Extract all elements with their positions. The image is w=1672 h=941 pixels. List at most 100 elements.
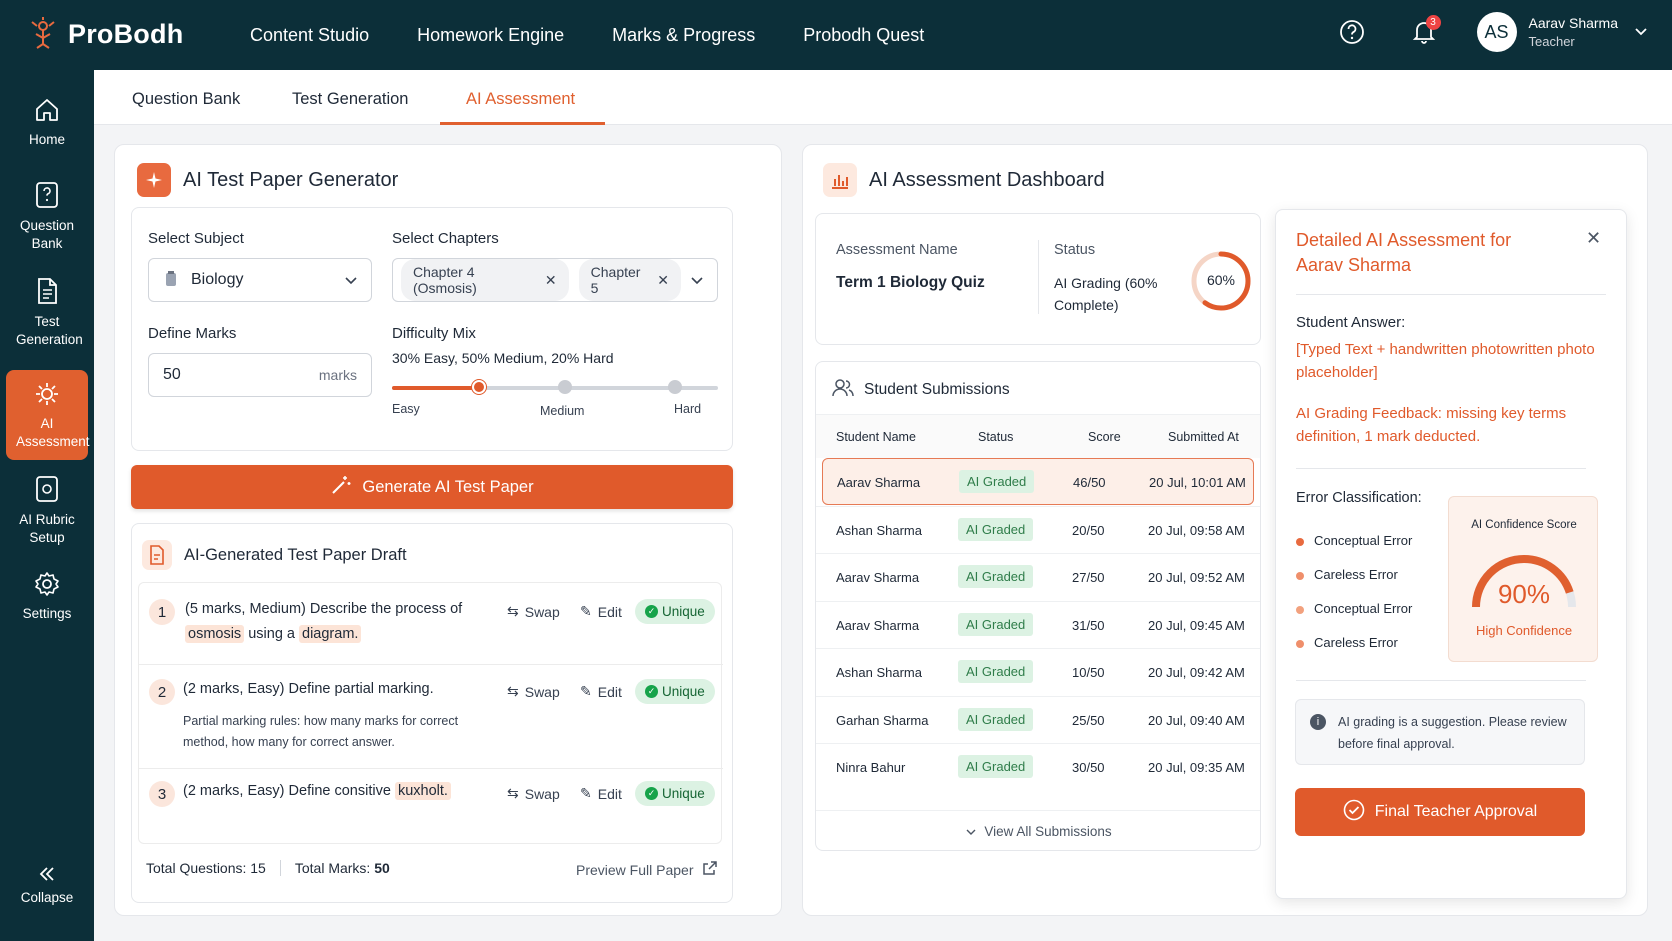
- chip-label: Chapter 4 (Osmosis): [413, 264, 477, 296]
- submitted-at: 20 Jul, 09:35 AM: [1148, 760, 1245, 775]
- divider: [1296, 680, 1586, 681]
- nav-content-studio[interactable]: Content Studio: [250, 25, 369, 46]
- table-row[interactable]: Aarav Sharma AI Graded 46/50 20 Jul, 10:01 …: [822, 458, 1254, 505]
- final-teacher-approval-button[interactable]: Final Teacher Approval: [1295, 788, 1585, 836]
- slider-label-hard: Hard: [674, 402, 702, 416]
- check-circle-icon: ✓: [645, 787, 658, 800]
- sidebar-item-ai-assessment[interactable]: AI Assessment: [6, 370, 90, 460]
- sidebar-item-question-bank[interactable]: Question Bank: [6, 180, 88, 256]
- dashboard-panel: AI Assessment Dashboard Assessment Name …: [802, 144, 1648, 916]
- column-header: Score: [1088, 430, 1121, 444]
- difficulty-slider[interactable]: [392, 380, 718, 394]
- edit-button[interactable]: ✎ Edit: [580, 785, 622, 802]
- collapse-button[interactable]: Collapse: [6, 866, 88, 916]
- generate-test-paper-button[interactable]: Generate AI Test Paper: [131, 465, 733, 509]
- tab-ai-assessment[interactable]: AI Assessment: [466, 90, 575, 109]
- sidebar-item-home[interactable]: Home: [6, 96, 88, 158]
- table-row[interactable]: Aarav Sharma AI Graded 31/50 20 Jul, 09:45 …: [816, 600, 1260, 648]
- chevron-down-icon[interactable]: [1634, 24, 1648, 40]
- confidence-value: 90%: [1497, 579, 1551, 609]
- nav-homework-engine[interactable]: Homework Engine: [417, 25, 564, 46]
- bell-icon[interactable]: 3: [1409, 15, 1441, 47]
- score: 25/50: [1072, 712, 1105, 728]
- edit-label: Edit: [597, 785, 622, 802]
- list-item: 2 (2 marks, Easy) Define partial marking…: [139, 665, 723, 769]
- table-row[interactable]: Aarav Sharma AI Graded 27/50 20 Jul, 09:52 …: [816, 553, 1260, 600]
- sidebar-item-settings[interactable]: Settings: [6, 570, 88, 632]
- error-item: Conceptual Error: [1296, 592, 1412, 626]
- question-icon: [6, 180, 88, 210]
- submitted-at: 20 Jul, 09:45 AM: [1148, 617, 1245, 633]
- sidebar-item-label: Test Generation: [16, 314, 83, 348]
- student-name: Aarav Sharma: [836, 570, 920, 585]
- assessment-name-label: Assessment Name: [836, 242, 958, 258]
- table-header: Student Name Status Score Submitted At: [816, 414, 1260, 458]
- sidebar-item-test-generation[interactable]: Test Generation: [6, 276, 88, 352]
- view-all-submissions-link[interactable]: View All Submissions: [816, 810, 1260, 850]
- swap-button[interactable]: ⇆ Swap: [507, 603, 560, 620]
- unique-label: Unique: [662, 684, 705, 699]
- slider-handle-medium[interactable]: [558, 380, 572, 394]
- magic-wand-icon: [330, 474, 352, 501]
- score: 27/50: [1072, 570, 1105, 585]
- divider: [1296, 468, 1586, 469]
- submitted-at: 20 Jul, 10:01 AM: [1149, 475, 1246, 490]
- help-icon[interactable]: [1337, 17, 1367, 47]
- table-row[interactable]: Garhan Sharma AI Graded 25/50 20 Jul, 09:40…: [816, 695, 1260, 743]
- status-badge: AI Graded: [958, 565, 1034, 588]
- subject-select[interactable]: Biology: [148, 258, 372, 302]
- check-circle-icon: ✓: [645, 685, 658, 698]
- error-item: Conceptual Error: [1296, 524, 1412, 558]
- swap-button[interactable]: ⇆ Swap: [507, 785, 560, 802]
- slider-handle-hard[interactable]: [668, 380, 682, 394]
- app-logo[interactable]: ProBodh: [28, 16, 183, 53]
- question-text-part: (2 marks, Easy) Define consitive: [183, 783, 391, 799]
- swap-label: Swap: [524, 603, 560, 620]
- status-badge: AI Graded: [958, 660, 1034, 683]
- sidebar: Home Question Bank Test Generation AI As…: [0, 70, 94, 941]
- check-circle-icon: ✓: [645, 605, 658, 618]
- status-badge: AI Graded: [958, 612, 1034, 636]
- table-row[interactable]: Ninra Bahur AI Graded 30/50 20 Jul, 09:35 A…: [816, 743, 1260, 790]
- submissions-panel: Student Submissions Student Name Status …: [815, 361, 1261, 851]
- logo-icon: [28, 16, 58, 53]
- subject-value: Biology: [191, 271, 244, 288]
- unique-badge: ✓ Unique: [635, 679, 715, 704]
- avatar[interactable]: AS: [1476, 12, 1517, 52]
- confidence-text: High Confidence: [1475, 623, 1573, 638]
- swap-button[interactable]: ⇆ Swap: [507, 683, 560, 700]
- edit-button[interactable]: ✎ Edit: [580, 683, 622, 700]
- question-note: Partial marking rules: how many marks fo…: [183, 714, 459, 750]
- edit-label: Edit: [597, 683, 622, 700]
- table-row[interactable]: Ashan Sharma AI Graded 10/50 20 Jul, 09:42 …: [816, 648, 1260, 695]
- error-label: Error Classification:: [1296, 490, 1422, 506]
- progress-ring: 60%: [1190, 250, 1252, 312]
- marks-input[interactable]: 50 marks: [148, 353, 372, 397]
- divider: [1296, 294, 1606, 295]
- home-icon: [6, 96, 88, 124]
- status-badge: AI Graded: [959, 470, 1035, 493]
- nav-marks-progress[interactable]: Marks & Progress: [612, 25, 755, 46]
- column-header: Status: [978, 430, 1014, 444]
- edit-button[interactable]: ✎ Edit: [580, 603, 622, 620]
- progress-text: 60%: [1206, 272, 1236, 288]
- draft-document-icon: [142, 540, 172, 570]
- slider-handle-easy[interactable]: [472, 380, 486, 394]
- main-area: Question Bank Test Generation AI Assessm…: [94, 70, 1672, 941]
- student-name: Ashan Sharma: [836, 522, 922, 538]
- close-icon[interactable]: ✕: [545, 272, 557, 289]
- detail-panel: Detailed AI Assessment for Aarav Sharma …: [1275, 209, 1627, 899]
- sidebar-item-ai-rubric-setup[interactable]: AI Rubric Setup: [6, 474, 88, 550]
- app-name: ProBodh: [68, 19, 184, 49]
- tab-question-bank[interactable]: Question Bank: [132, 90, 240, 109]
- user-name: Aarav Sharma: [1528, 15, 1618, 31]
- preview-full-paper-link[interactable]: Preview Full Paper: [576, 860, 718, 879]
- close-icon[interactable]: ✕: [1586, 228, 1601, 249]
- slider-fill: [392, 386, 478, 390]
- tab-test-generation[interactable]: Test Generation: [292, 90, 408, 109]
- close-icon[interactable]: ✕: [657, 272, 669, 289]
- tab-bar: Question Bank Test Generation AI Assessm…: [94, 70, 1672, 125]
- chapters-select[interactable]: Chapter 4 (Osmosis) ✕ Chapter 5 ✕: [392, 258, 718, 302]
- nav-probodh-quest[interactable]: Probodh Quest: [803, 25, 924, 46]
- table-row[interactable]: Ashan Sharma AI Graded 20/50 20 Jul, 09:58 …: [816, 505, 1260, 553]
